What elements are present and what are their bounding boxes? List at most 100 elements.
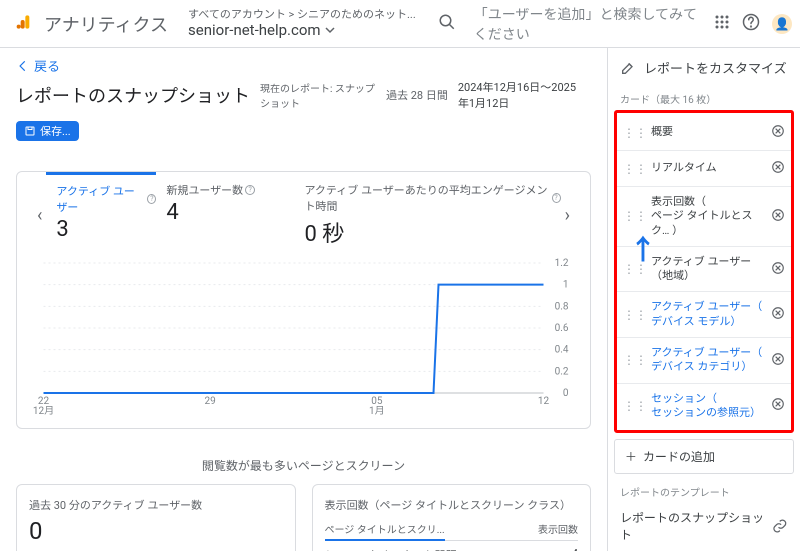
cards-list: ↑ ⋮⋮ 概要 ⋮⋮ リアルタイム ⋮⋮ 表示回数（ページ タイトルとスク… ） ⋮⋮ アクテ… [614, 110, 794, 433]
card-label: セッション（セッションの参照元） [651, 392, 767, 421]
account-picker[interactable]: すべてのアカウント > シニアのためのネット... senior-net-hel… [188, 8, 416, 39]
svg-text:1月: 1月 [369, 406, 385, 417]
chevron-down-icon [325, 25, 335, 35]
card-label: 表示回数（ページ タイトルとスク… ） [651, 195, 767, 238]
drag-handle-icon[interactable]: ⋮⋮ [623, 162, 647, 176]
card-item[interactable]: ⋮⋮ セッション（セッションの参照元） [617, 384, 791, 429]
search-input[interactable]: 「ユーザーを追加」と検索してみてください [474, 4, 702, 44]
metrics-card: ‹ アクティブ ユーザー ? 3 新規ユーザー数 ? 4 アクティブ ユーザーあ… [16, 171, 591, 429]
help-icon[interactable] [742, 13, 760, 35]
pages-card: 表示回数（ページ タイトルとスクリーン クラス） ページ タイトルとスクリ...… [312, 484, 592, 551]
drag-handle-icon[interactable]: ⋮⋮ [623, 126, 647, 140]
arrow-left-icon [16, 59, 30, 73]
remove-card-icon[interactable] [771, 397, 785, 414]
card-label: 概要 [651, 125, 767, 139]
period-label: 過去 28 日間 [386, 87, 448, 103]
table-row[interactable]: シニアのためのネット問題... 4 [325, 541, 579, 551]
line-chart: 00.20.40.60.811.22212月29051月12 [33, 258, 574, 418]
svg-text:0.8: 0.8 [555, 301, 569, 312]
save-icon [24, 125, 36, 137]
save-label: 保存... [40, 126, 71, 137]
row-value: 4 [572, 547, 578, 551]
card-title: 過去 30 分のアクティブ ユーザー数 [29, 497, 283, 513]
metric-engagement[interactable]: アクティブ ユーザーあたりの平均エンゲージメント時間 ? 0 秒 [294, 182, 560, 248]
svg-text:12: 12 [538, 396, 550, 407]
remove-card-icon[interactable] [771, 160, 785, 177]
card-item[interactable]: ⋮⋮ リアルタイム [617, 151, 791, 187]
brand-name: アナリティクス [44, 11, 168, 37]
template-label: レポートのテンプレート [608, 474, 800, 503]
drag-handle-icon[interactable]: ⋮⋮ [623, 399, 647, 413]
svg-text:0.4: 0.4 [555, 345, 569, 356]
cards-count-label: カード（最大 16 枚） [608, 87, 800, 110]
save-button[interactable]: 保存... [16, 121, 79, 141]
back-link[interactable]: 戻る [16, 56, 591, 75]
row-title: シニアのためのネット問題... [325, 547, 466, 551]
remove-card-icon[interactable] [771, 124, 785, 141]
card-label: アクティブ ユーザー（デバイス カテゴリ） [651, 346, 767, 375]
drag-handle-icon[interactable]: ⋮⋮ [623, 209, 647, 223]
card-label: アクティブ ユーザー（デバイス モデル） [651, 300, 767, 329]
svg-text:0.6: 0.6 [555, 323, 569, 334]
card-label: アクティブ ユーザー（地域） [651, 255, 767, 284]
svg-text:1.2: 1.2 [555, 258, 569, 269]
drag-handle-icon[interactable]: ⋮⋮ [623, 353, 647, 367]
back-label: 戻る [34, 56, 60, 75]
remove-card-icon[interactable] [771, 208, 785, 225]
apps-icon[interactable] [714, 14, 730, 34]
picker-breadcrumb: すべてのアカウント > シニアのためのネット... [188, 8, 416, 21]
search-icon[interactable] [438, 13, 456, 35]
svg-text:0: 0 [563, 388, 569, 399]
svg-text:0.2: 0.2 [555, 366, 569, 377]
date-range[interactable]: 2024年12月16日～2025年1月12日 [458, 79, 578, 111]
card-label: リアルタイム [651, 161, 767, 175]
template-value: レポートのスナップショット [620, 509, 772, 543]
edit-icon [620, 60, 636, 76]
card-item[interactable]: ⋮⋮ アクティブ ユーザー（デバイス カテゴリ） [617, 338, 791, 384]
page-title: レポートのスナップショット [16, 82, 250, 108]
svg-text:12月: 12月 [33, 406, 54, 417]
metrics-next-button[interactable]: › [561, 205, 574, 226]
svg-text:1: 1 [563, 280, 569, 291]
metric-new-users[interactable]: 新規ユーザー数 ? 4 [156, 182, 294, 225]
metric-active-users[interactable]: アクティブ ユーザー ? 3 [46, 172, 156, 242]
remove-card-icon[interactable] [771, 306, 785, 323]
table-header: ページ タイトルとスクリ... 表示回数 [325, 521, 579, 541]
metric-value: 3 [56, 217, 156, 242]
card-item[interactable]: ⋮⋮ アクティブ ユーザー（デバイス モデル） [617, 292, 791, 338]
metrics-prev-button[interactable]: ‹ [33, 205, 46, 226]
realtime-value: 0 [29, 517, 283, 545]
metric-label: アクティブ ユーザー [56, 183, 145, 215]
card-title: 表示回数（ページ タイトルとスクリーン クラス） [325, 497, 579, 513]
main-content: 戻る レポートのスナップショット 現在のレポート: スナップショット 過去 28… [0, 48, 607, 551]
drag-handle-icon[interactable]: ⋮⋮ [623, 308, 647, 322]
template-row[interactable]: レポートのスナップショット [608, 503, 800, 549]
remove-card-icon[interactable] [771, 261, 785, 278]
card-item[interactable]: ⋮⋮ 概要 [617, 115, 791, 151]
plus-icon: ＋ [625, 448, 637, 465]
annotation-arrow-icon: ↑ [629, 228, 657, 268]
help-icon[interactable]: ? [552, 193, 561, 203]
metric-label: 新規ユーザー数 [166, 182, 243, 198]
panel-title: レポートをカスタマイズ [644, 58, 787, 77]
metric-value: 4 [166, 200, 294, 225]
ga-logo-icon [16, 14, 32, 34]
metric-label: アクティブ ユーザーあたりの平均エンゲージメント時間 [304, 182, 549, 214]
col-header: 表示回数 [538, 521, 578, 536]
realtime-card: 過去 30 分のアクティブ ユーザー数 0 1 分あたりのアクティブ ユーザー数 [16, 484, 296, 551]
metric-value: 0 秒 [304, 216, 560, 248]
unlink-icon[interactable] [772, 518, 788, 534]
help-icon[interactable]: ? [245, 185, 255, 195]
add-card-label: カードの追加 [643, 448, 715, 465]
header-actions: 👤 [714, 13, 792, 35]
section-title: 閲覧数が最も多いページとスクリーン [16, 457, 591, 474]
add-card-button[interactable]: ＋ カードの追加 [614, 439, 794, 474]
help-icon[interactable]: ? [147, 194, 156, 204]
picker-property: senior-net-help.com [188, 21, 321, 39]
customize-panel: レポートをカスタマイズ カード（最大 16 枚） ↑ ⋮⋮概要⋮⋮リアルタイム⋮… [607, 48, 800, 551]
avatar[interactable]: 👤 [772, 14, 792, 34]
remove-card-icon[interactable] [771, 352, 785, 369]
svg-text:29: 29 [205, 396, 216, 407]
page-subtitle: 現在のレポート: スナップショット [260, 80, 376, 110]
app-header: アナリティクス すべてのアカウント > シニアのためのネット... senior… [0, 0, 800, 48]
